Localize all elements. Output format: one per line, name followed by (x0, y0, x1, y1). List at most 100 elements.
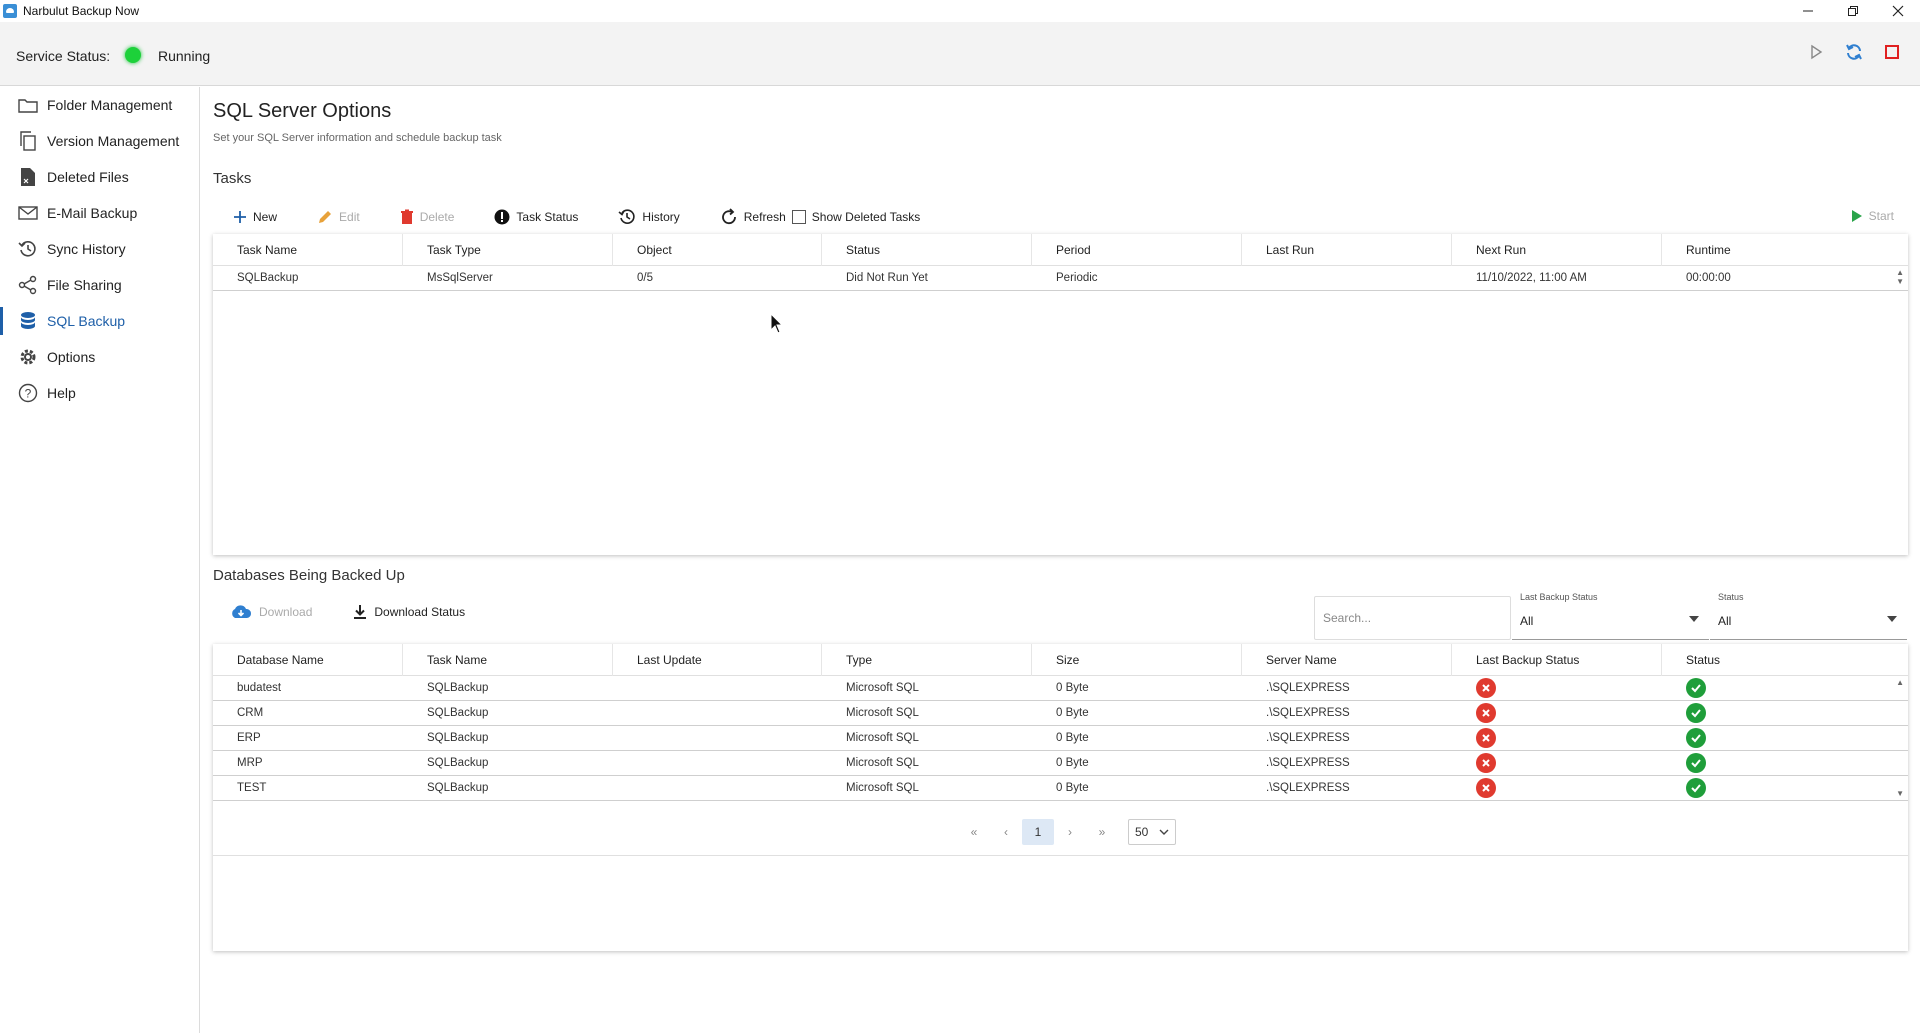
sidebar-item-sql-backup[interactable]: SQL Backup (0, 303, 199, 339)
stop-service-button[interactable] (1884, 44, 1900, 60)
search-input[interactable]: Search... (1314, 596, 1511, 640)
column-header[interactable]: Task Name (213, 234, 403, 266)
sidebar-item-help[interactable]: ? Help (0, 375, 199, 411)
table-cell: 0 Byte (1056, 757, 1089, 769)
delete-task-label: Delete (419, 210, 455, 224)
first-page-button[interactable]: « (958, 819, 990, 845)
scroll-down-icon[interactable]: ▼ (1896, 277, 1904, 286)
page-size-value: 50 (1135, 825, 1149, 839)
play-service-button[interactable] (1808, 44, 1824, 60)
refresh-icon (721, 208, 736, 225)
table-cell: budatest (237, 682, 282, 694)
sidebar-item-label: Help (47, 385, 76, 401)
column-header[interactable]: Next Run (1452, 234, 1662, 266)
error-circle-icon (1476, 678, 1496, 698)
close-button[interactable] (1875, 0, 1920, 22)
delete-task-button[interactable]: Delete (380, 209, 455, 225)
tasks-scrollbar[interactable]: ▲ ▼ (1896, 268, 1904, 286)
table-cell: 0 Byte (1056, 732, 1089, 744)
table-row[interactable]: budatest SQLBackup Microsoft SQL 0 Byte .\SQ… (213, 676, 1908, 701)
column-header[interactable]: Task Name (403, 644, 613, 676)
column-header[interactable]: Server Name (1242, 644, 1452, 676)
mail-icon (18, 203, 38, 223)
page-size-select[interactable]: 50 (1128, 819, 1176, 845)
restart-service-button[interactable] (1844, 42, 1864, 62)
column-header[interactable]: Last Run (1242, 234, 1452, 266)
service-status-value: Running (158, 48, 211, 64)
next-page-button[interactable]: › (1054, 819, 1086, 845)
column-header[interactable]: Size (1032, 644, 1242, 676)
scroll-down-icon[interactable]: ▼ (1896, 789, 1904, 798)
table-cell: Microsoft SQL (846, 707, 919, 719)
stop-icon (1885, 45, 1899, 59)
column-header[interactable]: Runtime (1662, 234, 1852, 266)
history-button[interactable]: History (598, 208, 680, 226)
prev-page-button[interactable]: ‹ (990, 819, 1022, 845)
share-icon (18, 275, 38, 295)
status-select[interactable]: Status All (1710, 592, 1907, 640)
sidebar-item-sync-history[interactable]: Sync History (0, 231, 199, 267)
sidebar-item-version-management[interactable]: Version Management (0, 123, 199, 159)
table-cell: 0 Byte (1056, 782, 1089, 794)
sidebar-item-deleted-files[interactable]: Deleted Files (0, 159, 199, 195)
edit-task-label: Edit (339, 210, 360, 224)
table-row[interactable]: CRM SQLBackup Microsoft SQL 0 Byte .\SQLEXPR… (213, 701, 1908, 726)
download-button[interactable]: Download (213, 604, 312, 620)
sidebar-item-label: Version Management (47, 133, 180, 149)
app-logo-icon (3, 4, 17, 18)
new-task-button[interactable]: New (213, 210, 277, 224)
start-task-button[interactable]: Start (1851, 209, 1894, 223)
show-deleted-checkbox[interactable] (791, 210, 806, 224)
service-status-indicator (125, 47, 141, 63)
download-status-label: Download Status (374, 605, 466, 619)
column-header[interactable]: Status (1662, 644, 1852, 676)
edit-task-button[interactable]: Edit (297, 209, 360, 225)
table-row[interactable]: SQLBackup MsSqlServer 0/5 Did Not Run Ye… (213, 266, 1908, 291)
table-cell (1662, 753, 1852, 773)
column-header[interactable]: Object (613, 234, 822, 266)
table-row[interactable]: MRP SQLBackup Microsoft SQL 0 Byte .\SQLEXPR… (213, 751, 1908, 776)
task-status-button[interactable]: Task Status (474, 209, 578, 225)
minimize-button[interactable] (1785, 0, 1830, 22)
databases-scrollbar[interactable]: ▲ ▼ (1896, 678, 1904, 798)
table-row[interactable]: ERP SQLBackup Microsoft SQL 0 Byte .\SQLEXPR… (213, 726, 1908, 751)
show-deleted-tasks-toggle[interactable]: Show Deleted Tasks (791, 210, 920, 224)
column-header[interactable]: Last Update (613, 644, 822, 676)
current-page[interactable]: 1 (1022, 819, 1054, 845)
column-header[interactable]: Task Type (403, 234, 613, 266)
chevron-down-icon (1887, 616, 1897, 622)
error-circle-icon (1476, 728, 1496, 748)
sidebar-item-file-sharing[interactable]: File Sharing (0, 267, 199, 303)
last-backup-status-select[interactable]: Last Backup Status All (1512, 592, 1709, 640)
column-header[interactable]: Database Name (213, 644, 403, 676)
sidebar-item-folder-management[interactable]: Folder Management (0, 87, 199, 123)
table-cell: Periodic (1056, 272, 1098, 284)
table-cell: .\SQLEXPRESS (1266, 782, 1350, 794)
trash-icon (400, 209, 413, 224)
column-header[interactable]: Type (822, 644, 1032, 676)
error-circle-icon (1476, 778, 1496, 798)
table-cell: 0 Byte (1056, 682, 1089, 694)
refresh-button[interactable]: Refresh (700, 208, 786, 226)
status-filter-value: All (1718, 614, 1732, 628)
scroll-up-icon[interactable]: ▲ (1896, 268, 1904, 277)
last-page-button[interactable]: » (1086, 819, 1118, 845)
table-row[interactable]: TEST SQLBackup Microsoft SQL 0 Byte .\SQLEXP… (213, 776, 1908, 801)
column-header[interactable]: Last Backup Status (1452, 644, 1662, 676)
copy-icon (18, 131, 38, 151)
download-status-button[interactable]: Download Status (332, 604, 465, 620)
table-cell: .\SQLEXPRESS (1266, 732, 1350, 744)
restore-button[interactable] (1830, 0, 1875, 22)
sidebar-item-options[interactable]: Options (0, 339, 199, 375)
table-cell (1662, 728, 1852, 748)
table-cell: SQLBackup (427, 757, 489, 769)
title-bar: Narbulut Backup Now (0, 0, 1920, 22)
sidebar-item-email-backup[interactable]: E-Mail Backup (0, 195, 199, 231)
service-status-bar: Service Status: Running (0, 22, 1920, 86)
column-header[interactable]: Status (822, 234, 1032, 266)
deleted-file-icon (18, 167, 38, 187)
column-header[interactable]: Period (1032, 234, 1242, 266)
sidebar-item-label: File Sharing (47, 277, 122, 293)
table-cell: .\SQLEXPRESS (1266, 682, 1350, 694)
scroll-up-icon[interactable]: ▲ (1896, 678, 1904, 687)
